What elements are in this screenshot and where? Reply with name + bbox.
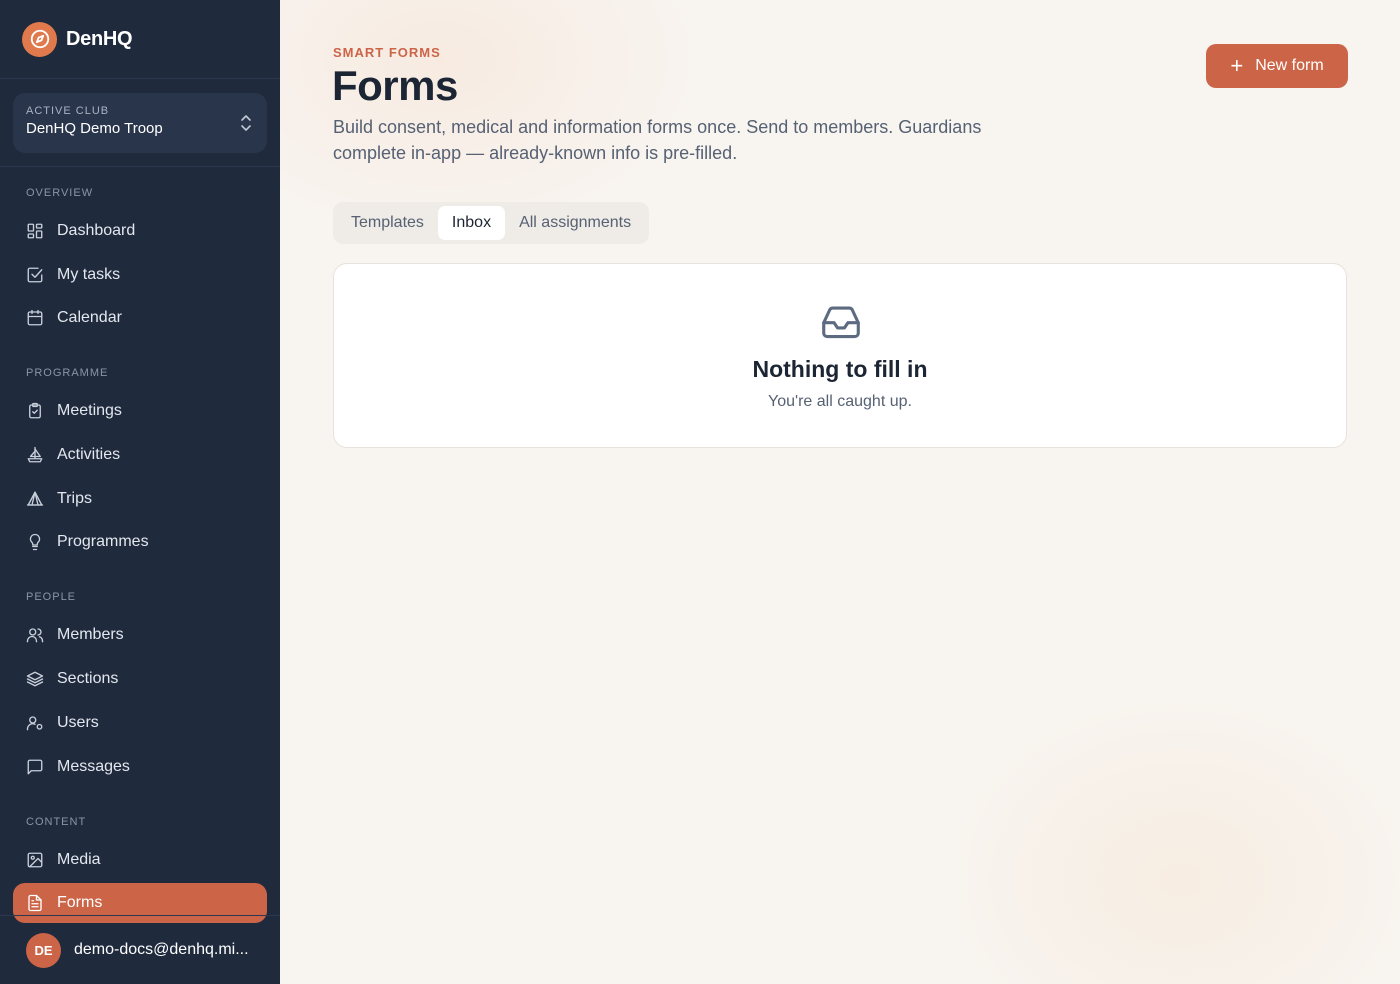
club-name: DenHQ Demo Troop <box>26 120 163 137</box>
sidebar-item-messages[interactable]: Messages <box>13 747 267 787</box>
sidebar-item-label: Messages <box>57 757 130 775</box>
tab-inbox[interactable]: Inbox <box>437 206 506 240</box>
sidebar-item-my-tasks[interactable]: My tasks <box>13 255 267 295</box>
sidebar-item-label: My tasks <box>57 265 121 283</box>
club-switcher[interactable]: ACTIVE CLUB DenHQ Demo Troop <box>13 93 267 153</box>
file-text-icon <box>28 895 42 912</box>
sidebar-item-trips[interactable]: Trips <box>13 479 267 519</box>
avatar: DE <box>26 932 61 968</box>
users-icon <box>26 628 44 643</box>
plus-icon: + <box>1230 53 1244 78</box>
section-label-content: CONTENT <box>26 815 87 828</box>
section-label-overview: OVERVIEW <box>26 187 94 199</box>
empty-state-title: Nothing to fill in <box>752 356 928 382</box>
form-tabs: Templates Inbox All assignments <box>333 202 650 244</box>
sidebar-item-label: Members <box>57 626 124 644</box>
brand[interactable]: DenHQ <box>0 0 280 79</box>
tab-all-assignments[interactable]: All assignments <box>505 206 645 240</box>
sidebar-item-label: Calendar <box>57 309 122 327</box>
brand-name: DenHQ <box>66 27 133 50</box>
sidebar-item-label: Programmes <box>57 533 149 551</box>
sidebar-item-media[interactable]: Media <box>13 840 267 880</box>
sidebar-item-sections[interactable]: Sections <box>13 659 267 699</box>
chevrons-up-down-icon <box>241 115 251 131</box>
club-label: ACTIVE CLUB <box>26 105 110 117</box>
empty-state-card: Nothing to fill in You're all caught up. <box>333 263 1347 448</box>
sidebar-item-label: Media <box>57 850 101 868</box>
sidebar-nav: OVERVIEW Dashboard My tasks Calendar PRO… <box>0 184 280 924</box>
sidebar-item-label: Dashboard <box>57 222 136 239</box>
user-cog-icon <box>26 716 43 731</box>
message-square-icon <box>27 759 43 774</box>
layers-icon <box>26 671 44 687</box>
sidebar-item-label: Sections <box>57 670 119 688</box>
page-description: Build consent, medical and information f… <box>333 117 982 163</box>
club-switcher-wrap: ACTIVE CLUB DenHQ Demo Troop <box>0 79 280 167</box>
page-eyebrow: SMART FORMS <box>333 45 441 60</box>
image-icon <box>27 852 43 867</box>
new-form-button-label: New form <box>1255 57 1324 74</box>
lightbulb-icon <box>29 534 41 551</box>
user-menu[interactable]: DE demo-docs@denhq.mi... <box>0 915 280 984</box>
user-email: demo-docs@denhq.mi... <box>74 941 249 958</box>
sidebar-item-programmes[interactable]: Programmes <box>13 522 267 562</box>
sidebar-item-dashboard[interactable]: Dashboard <box>13 211 267 251</box>
section-label-people: PEOPLE <box>26 591 77 604</box>
check-square-icon <box>27 267 43 283</box>
sidebar-item-meetings[interactable]: Meetings <box>13 391 267 431</box>
sidebar-item-activities[interactable]: Activities <box>13 435 267 475</box>
sidebar-item-label: Activities <box>57 446 121 464</box>
clipboard-check-icon <box>29 403 41 419</box>
new-form-button[interactable]: + New form <box>1206 44 1348 88</box>
sidebar-item-calendar[interactable]: Calendar <box>13 298 267 338</box>
sidebar-item-label: Trips <box>57 489 92 507</box>
main-content: SMART FORMS Forms Build consent, medical… <box>280 0 1400 984</box>
sidebar-item-label: Users <box>57 713 99 731</box>
tab-templates[interactable]: Templates <box>337 206 438 240</box>
dashboard-icon <box>27 223 43 239</box>
page-title: Forms <box>332 62 458 109</box>
calendar-icon <box>27 310 43 326</box>
sailboat-icon <box>27 446 43 463</box>
sidebar-item-label: Meetings <box>57 402 122 420</box>
sidebar-item-users[interactable]: Users <box>13 703 267 743</box>
inbox-icon <box>822 306 860 339</box>
empty-state-subtitle: You're all caught up. <box>768 393 912 410</box>
compass-icon <box>22 21 57 57</box>
sidebar-item-members[interactable]: Members <box>13 615 267 655</box>
section-label-programme: PROGRAMME <box>26 367 109 380</box>
tent-icon <box>26 491 44 506</box>
sidebar: DenHQ ACTIVE CLUB DenHQ Demo Troop OVERV… <box>0 0 280 984</box>
sidebar-item-label: Forms <box>57 894 103 912</box>
